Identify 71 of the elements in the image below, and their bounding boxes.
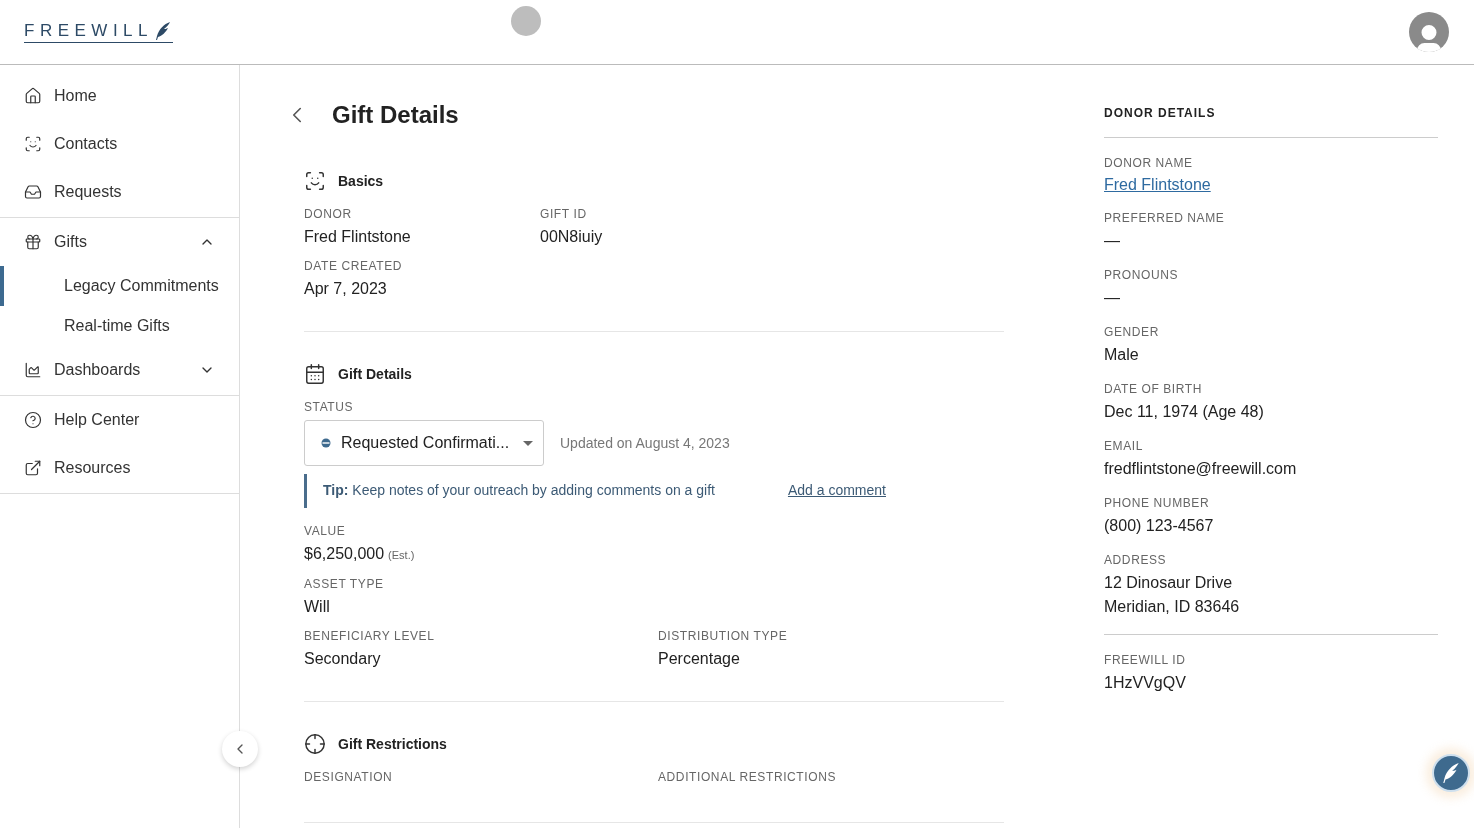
nav-item[interactable]: Contacts [0, 120, 239, 168]
field-label: FREEWILL ID [1104, 653, 1187, 667]
half-circle-icon [321, 438, 331, 448]
nav-subitem[interactable]: Legacy Commitments [0, 266, 239, 306]
nav-item[interactable]: Help Center [0, 396, 239, 444]
field-label: DESIGNATION [304, 770, 394, 784]
nav-item[interactable]: Home [0, 72, 239, 120]
status-dropdown[interactable]: Requested Confirmati... [304, 420, 544, 466]
field-value: Fred Flintstone [304, 227, 412, 247]
field-label: ASSET TYPE [304, 577, 385, 591]
updated-text: Updated on August 4, 2023 [560, 435, 730, 451]
field-value: $6,250,000 (Est.) [304, 544, 416, 564]
field-value: Percentage [658, 649, 741, 669]
field-value: (800) 123-4567 [1104, 516, 1215, 536]
field-label: STATUS [304, 400, 355, 414]
inbox-icon [24, 183, 42, 201]
field-label: PRONOUNS [1104, 268, 1180, 282]
field-value: fredflintstone@freewill.com [1104, 459, 1298, 479]
avatar-icon[interactable] [1409, 12, 1449, 52]
section-title: Gift Restrictions [338, 736, 447, 752]
calendar-icon [304, 363, 326, 385]
page-title: Gift Details [332, 101, 459, 129]
nav-item[interactable]: Requests [0, 168, 239, 216]
field-label: DONOR [304, 207, 353, 221]
chart-icon [24, 361, 42, 379]
field-value: 1HzVVgQV [1104, 673, 1187, 693]
crosshair-icon [304, 733, 326, 755]
field-value: 12 Dinosaur Drive [1104, 573, 1234, 593]
field-label: DISTRIBUTION TYPE [658, 629, 789, 643]
assistant-button[interactable] [1432, 754, 1470, 792]
gift-icon [24, 233, 42, 251]
help-icon [24, 411, 42, 429]
external-link-icon [24, 459, 42, 477]
tip-text: Tip: Keep notes of your outreach by adding comments on a gift [323, 482, 715, 498]
section-title: Basics [338, 173, 384, 189]
field-label: GIFT ID [540, 207, 588, 221]
field-value: — [1104, 231, 1121, 251]
field-label: ADDITIONAL RESTRICTIONS [658, 770, 838, 784]
field-value: 00N8iuiy [540, 227, 604, 247]
cursor-indicator [511, 6, 541, 36]
field-label: DONOR NAME [1104, 156, 1194, 170]
field-value: Meridian, ID 83646 [1104, 597, 1241, 617]
field-label: EMAIL [1104, 439, 1144, 453]
field-label: DATE CREATED [304, 259, 404, 273]
field-label: PHONE NUMBER [1104, 496, 1211, 510]
field-label: GENDER [1104, 325, 1160, 339]
logo-text: FREEWILL [24, 21, 154, 41]
field-value: — [1104, 288, 1121, 308]
field-value: Male [1104, 345, 1140, 365]
field-label: BENEFICIARY LEVEL [304, 629, 436, 643]
add-comment-link[interactable]: Add a comment [787, 482, 886, 498]
dropdown-caret-icon [523, 440, 533, 446]
field-label: VALUE [304, 524, 347, 538]
field-label: DATE OF BIRTH [1104, 382, 1204, 396]
home-icon [24, 87, 42, 105]
nav-group[interactable]: Gifts [0, 218, 239, 266]
panel-title: DONOR DETAILS [1104, 106, 1217, 120]
nav-item[interactable]: Resources [0, 444, 239, 492]
face-scan-icon [24, 135, 42, 153]
field-value: Apr 7, 2023 [304, 279, 388, 299]
donor-name-link[interactable]: Fred Flintstone [1104, 176, 1211, 193]
field-value: Secondary [304, 649, 382, 669]
estimate-note: (Est.) [388, 549, 415, 561]
section-title: Gift Details [338, 366, 412, 382]
field-value: Dec 11, 1974 (Age 48) [1104, 402, 1265, 422]
nav-group[interactable]: Dashboards [0, 346, 239, 394]
field-value: Will [304, 597, 331, 617]
face-scan-icon [304, 170, 326, 192]
field-label: ADDRESS [1104, 553, 1168, 567]
field-label: PREFERRED NAME [1104, 211, 1226, 225]
nav-subitem[interactable]: Real-time Gifts [0, 306, 239, 346]
